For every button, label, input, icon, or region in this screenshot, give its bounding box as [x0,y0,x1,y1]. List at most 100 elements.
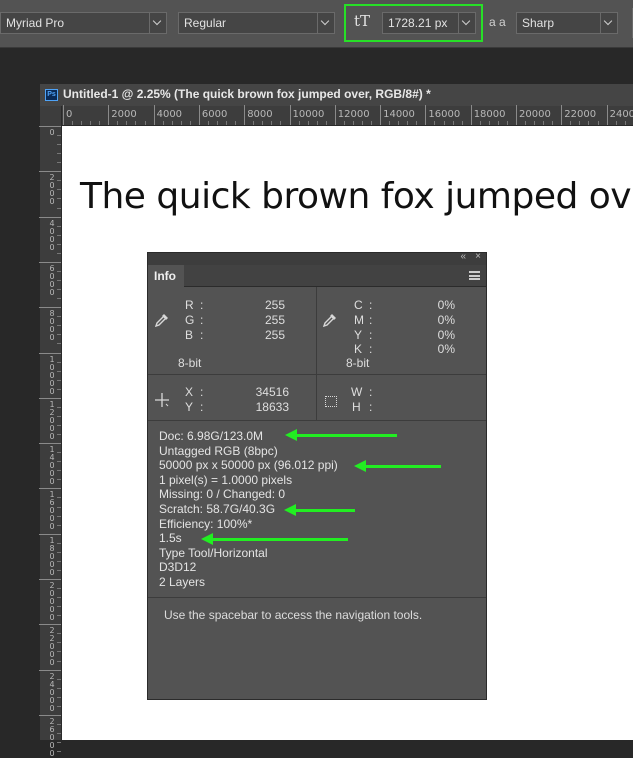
cmyk-bit-depth[interactable]: 8-bit [346,356,369,370]
ruler-minor-tick [488,121,490,125]
chevron-down-icon [152,16,162,26]
chevron-down-icon [603,16,613,26]
colon: : [369,385,373,399]
ruler-minor-tick [57,651,61,653]
ruler-minor-tick [57,234,61,236]
vertical-ruler[interactable]: 0 2000 4000 6000 8000 10000 12000 14000 16000 180… [39,126,62,757]
ruler-major-tick [39,488,61,490]
document-title: Untitled-1 @ 2.25% (The quick brown fox … [63,87,431,101]
collapse-panel-icon[interactable]: « [460,251,466,262]
font-family-arrow[interactable] [149,13,166,33]
ruler-label: 4000 [49,218,55,252]
ruler-minor-tick [57,334,61,336]
ruler-minor-tick [624,121,626,125]
ruler-major-tick [39,669,61,671]
document-tab[interactable]: Ps Untitled-1 @ 2.25% (The quick brown f… [40,84,633,106]
ruler-major-tick [39,443,61,445]
ruler-major-tick [39,171,61,173]
panel-header[interactable]: « × [148,251,486,265]
ruler-minor-tick [57,325,61,327]
ruler-minor-tick [217,121,219,125]
annotation-arrow-doc [285,429,397,441]
ruler-minor-tick [57,452,61,454]
ruler-minor-tick [570,121,572,125]
ruler-major-tick [334,105,336,125]
font-family-dropdown[interactable]: Myriad Pro [0,12,167,34]
ruler-minor-tick [226,121,228,125]
ruler-minor-tick [126,121,128,125]
m-value: 0% [437,313,455,327]
selection-size-icon[interactable] [325,396,337,407]
eyedropper-icon[interactable] [323,313,337,327]
ruler-minor-tick [144,121,146,125]
antialias-arrow[interactable] [600,13,617,33]
ruler-major-tick [198,105,200,125]
ruler-minor-tick [57,597,61,599]
horizontal-ruler[interactable]: 0 2000 4000 6000 8000 10000 12000 14000 16000 180… [62,105,633,126]
font-style-arrow[interactable] [317,13,334,33]
efficiency-line: Efficiency: 100%* [159,516,253,531]
ruler-minor-tick [389,121,391,125]
ruler-minor-tick [57,316,61,318]
ruler-major-tick [39,624,61,626]
colon: : [369,328,373,342]
ruler-major-tick [289,105,291,125]
font-size-value: 1728.21 px [388,16,448,30]
ruler-minor-tick [316,121,318,125]
w-label: W [351,385,363,399]
ruler-minor-tick [57,660,61,662]
eyedropper-icon[interactable] [155,313,169,327]
rgb-bit-depth[interactable]: 8-bit [178,356,201,370]
ruler-major-tick [561,105,563,125]
ruler-minor-tick [99,121,101,125]
ruler-minor-tick [57,370,61,372]
ruler-major-tick [244,105,246,125]
ruler-label: 22000 [49,626,55,668]
ruler-label: 0 [49,128,55,137]
ruler-minor-tick [57,406,61,408]
ruler-minor-tick [262,121,264,125]
ruler-minor-tick [171,121,173,125]
ruler-major-tick [39,307,61,309]
ruler-origin[interactable] [40,106,62,126]
ruler-label: 16000 [49,490,55,532]
font-size-field[interactable]: 1728.21 px [382,12,476,34]
ruler-minor-tick [543,121,545,125]
ruler-minor-tick [57,289,61,291]
font-style-dropdown[interactable]: Regular [178,12,335,34]
colon: : [369,313,373,327]
crosshair-icon[interactable] [155,393,169,407]
ruler-minor-tick [525,121,527,125]
close-panel-icon[interactable]: × [475,251,481,262]
ruler-minor-tick [189,121,191,125]
ruler-minor-tick [443,121,445,125]
ruler-label: 24000 [609,109,633,120]
ruler-label: 2000 [49,173,55,207]
ruler-minor-tick [57,189,61,191]
ruler-minor-tick [57,742,61,744]
canvas-text-layer[interactable]: The quick brown fox jumped over [80,176,633,217]
measurement-scale-line: 1 pixel(s) = 1.0000 pixels [159,472,293,487]
ruler-minor-tick [588,121,590,125]
tab-info[interactable]: Info [148,265,184,287]
tool-hint: Use the spacebar to access the navigatio… [164,608,423,622]
ruler-minor-tick [57,751,61,753]
font-size-arrow[interactable] [458,13,475,33]
chevron-down-icon [461,16,471,26]
ruler-minor-tick [407,121,409,125]
ruler-minor-tick [597,121,599,125]
ruler-label: 10000 [292,109,325,120]
ruler-label: 22000 [564,109,597,120]
font-size-icon: tT [354,12,371,30]
ruler-label: 12000 [49,399,55,441]
antialias-dropdown[interactable]: Sharp [516,12,618,34]
ruler-label: 14000 [383,109,415,120]
antialias-value: Sharp [522,16,555,30]
ruler-label: 24000 [49,671,55,713]
ruler-major-tick [39,397,61,399]
ruler-minor-tick [271,121,273,125]
ruler-minor-tick [57,162,61,164]
ruler-minor-tick [57,144,61,146]
panel-menu-icon[interactable] [469,271,480,280]
ruler-minor-tick [615,121,617,125]
